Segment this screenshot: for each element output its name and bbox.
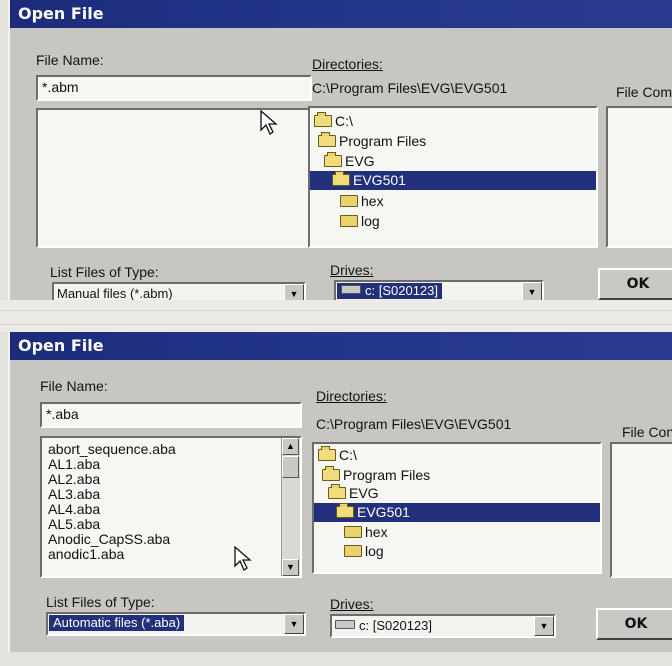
file-list-item[interactable]: Anodic_CapSS.aba bbox=[42, 532, 300, 547]
directories-label: Directories: bbox=[316, 388, 387, 404]
ok-button[interactable]: OK bbox=[598, 268, 672, 300]
dir-item[interactable]: EVG bbox=[310, 152, 375, 171]
file-type-select[interactable]: Automatic files (*.aba) ▼ bbox=[46, 612, 306, 636]
screen-gap bbox=[0, 300, 672, 332]
folder-open-icon bbox=[314, 112, 332, 127]
drives-label: Drives: bbox=[330, 262, 374, 278]
folder-open-icon bbox=[332, 171, 350, 186]
file-type-select[interactable]: Manual files (*.abm) ▼ bbox=[52, 282, 306, 300]
mouse-cursor-icon bbox=[260, 110, 278, 135]
folder-open-icon bbox=[318, 132, 336, 147]
file-name-label: File Name: bbox=[40, 378, 108, 394]
chevron-down-icon[interactable]: ▼ bbox=[522, 282, 542, 300]
chevron-down-icon[interactable]: ▼ bbox=[284, 614, 304, 634]
file-comment-label: File Con bbox=[622, 424, 672, 440]
open-file-dialog-manual: Open File File Name: *.abm Directories: … bbox=[8, 0, 672, 300]
dir-item[interactable]: log bbox=[310, 212, 380, 231]
chevron-down-icon[interactable]: ▼ bbox=[284, 284, 304, 300]
folder-open-icon bbox=[328, 484, 346, 499]
directory-tree[interactable]: C:\ Program Files EVG EVG501 hex log bbox=[312, 442, 602, 574]
directory-tree[interactable]: C:\ Program Files EVG EVG501 hex log bbox=[308, 106, 598, 248]
file-type-value: Automatic files (*.aba) bbox=[49, 615, 185, 631]
file-list-item[interactable]: abort_sequence.aba bbox=[42, 442, 300, 457]
folder-icon bbox=[344, 526, 362, 538]
dir-item[interactable]: EVG bbox=[314, 484, 379, 503]
file-list-items: abort_sequence.aba AL1.aba AL2.aba AL3.a… bbox=[42, 438, 300, 562]
directory-path: C:\Program Files\EVG\EVG501 bbox=[316, 416, 512, 432]
dir-item[interactable]: Program Files bbox=[310, 132, 426, 151]
dir-item[interactable]: hex bbox=[314, 523, 388, 542]
chevron-down-icon[interactable]: ▼ bbox=[534, 616, 554, 636]
file-list-item[interactable]: AL3.aba bbox=[42, 487, 300, 502]
list-type-label: List Files of Type: bbox=[50, 264, 159, 280]
mouse-cursor-icon bbox=[234, 546, 252, 571]
dir-item[interactable]: C:\ bbox=[314, 446, 357, 465]
file-name-label: File Name: bbox=[36, 52, 104, 68]
folder-open-icon bbox=[324, 152, 342, 167]
file-name-value: *.abm bbox=[42, 79, 79, 95]
scroll-up-icon[interactable]: ▲ bbox=[282, 438, 299, 455]
title-bar[interactable]: Open File bbox=[10, 0, 672, 28]
grid-line bbox=[0, 310, 672, 311]
drives-label: Drives: bbox=[330, 596, 374, 612]
file-list-item[interactable]: AL5.aba bbox=[42, 517, 300, 532]
file-comment-box[interactable] bbox=[606, 106, 672, 248]
grid-line bbox=[0, 324, 672, 325]
file-name-value: *.aba bbox=[46, 406, 79, 422]
folder-open-icon bbox=[318, 446, 336, 461]
drive-icon bbox=[335, 620, 355, 629]
scroll-down-icon[interactable]: ▼ bbox=[282, 559, 299, 576]
folder-icon bbox=[340, 215, 358, 227]
file-name-input[interactable]: *.abm bbox=[36, 75, 312, 101]
drive-select[interactable]: c: [S020123] ▼ bbox=[334, 280, 544, 300]
file-list-scrollbar[interactable]: ▲ ▼ bbox=[281, 438, 300, 576]
dir-item-selected[interactable]: EVG501 bbox=[314, 503, 600, 522]
list-type-label: List Files of Type: bbox=[46, 594, 155, 610]
file-name-input[interactable]: *.aba bbox=[40, 402, 302, 428]
dir-item[interactable]: Program Files bbox=[314, 466, 430, 485]
title-bar[interactable]: Open File bbox=[10, 332, 672, 360]
scroll-thumb[interactable] bbox=[282, 456, 299, 478]
file-list-item[interactable]: AL4.aba bbox=[42, 502, 300, 517]
dir-item[interactable]: hex bbox=[310, 192, 384, 211]
drive-value: c: [S020123] bbox=[337, 283, 442, 299]
file-comment-label: File Com bbox=[616, 84, 672, 100]
folder-icon bbox=[344, 545, 362, 557]
drive-select[interactable]: c: [S020123] ▼ bbox=[330, 614, 556, 638]
file-list-item[interactable]: anodic1.aba bbox=[42, 547, 300, 562]
dir-item-selected[interactable]: EVG501 bbox=[310, 171, 596, 190]
drive-value: c: [S020123] bbox=[332, 616, 554, 636]
directories-label: Directories: bbox=[312, 56, 383, 72]
directory-path: C:\Program Files\EVG\EVG501 bbox=[312, 80, 508, 96]
file-comment-box[interactable] bbox=[610, 442, 672, 578]
file-list-item[interactable]: AL1.aba bbox=[42, 457, 300, 472]
drive-icon bbox=[341, 285, 361, 294]
ok-button[interactable]: OK bbox=[596, 608, 672, 640]
folder-open-icon bbox=[336, 503, 354, 518]
dir-item[interactable]: log bbox=[314, 542, 384, 561]
file-type-value: Manual files (*.abm) bbox=[57, 286, 173, 300]
folder-open-icon bbox=[322, 466, 340, 481]
folder-icon bbox=[340, 195, 358, 207]
open-file-dialog-automatic: Open File File Name: *.aba abort_sequenc… bbox=[8, 332, 672, 652]
dir-item[interactable]: C:\ bbox=[310, 112, 353, 131]
file-list-item[interactable]: AL2.aba bbox=[42, 472, 300, 487]
file-list[interactable]: abort_sequence.aba AL1.aba AL2.aba AL3.a… bbox=[40, 436, 302, 578]
